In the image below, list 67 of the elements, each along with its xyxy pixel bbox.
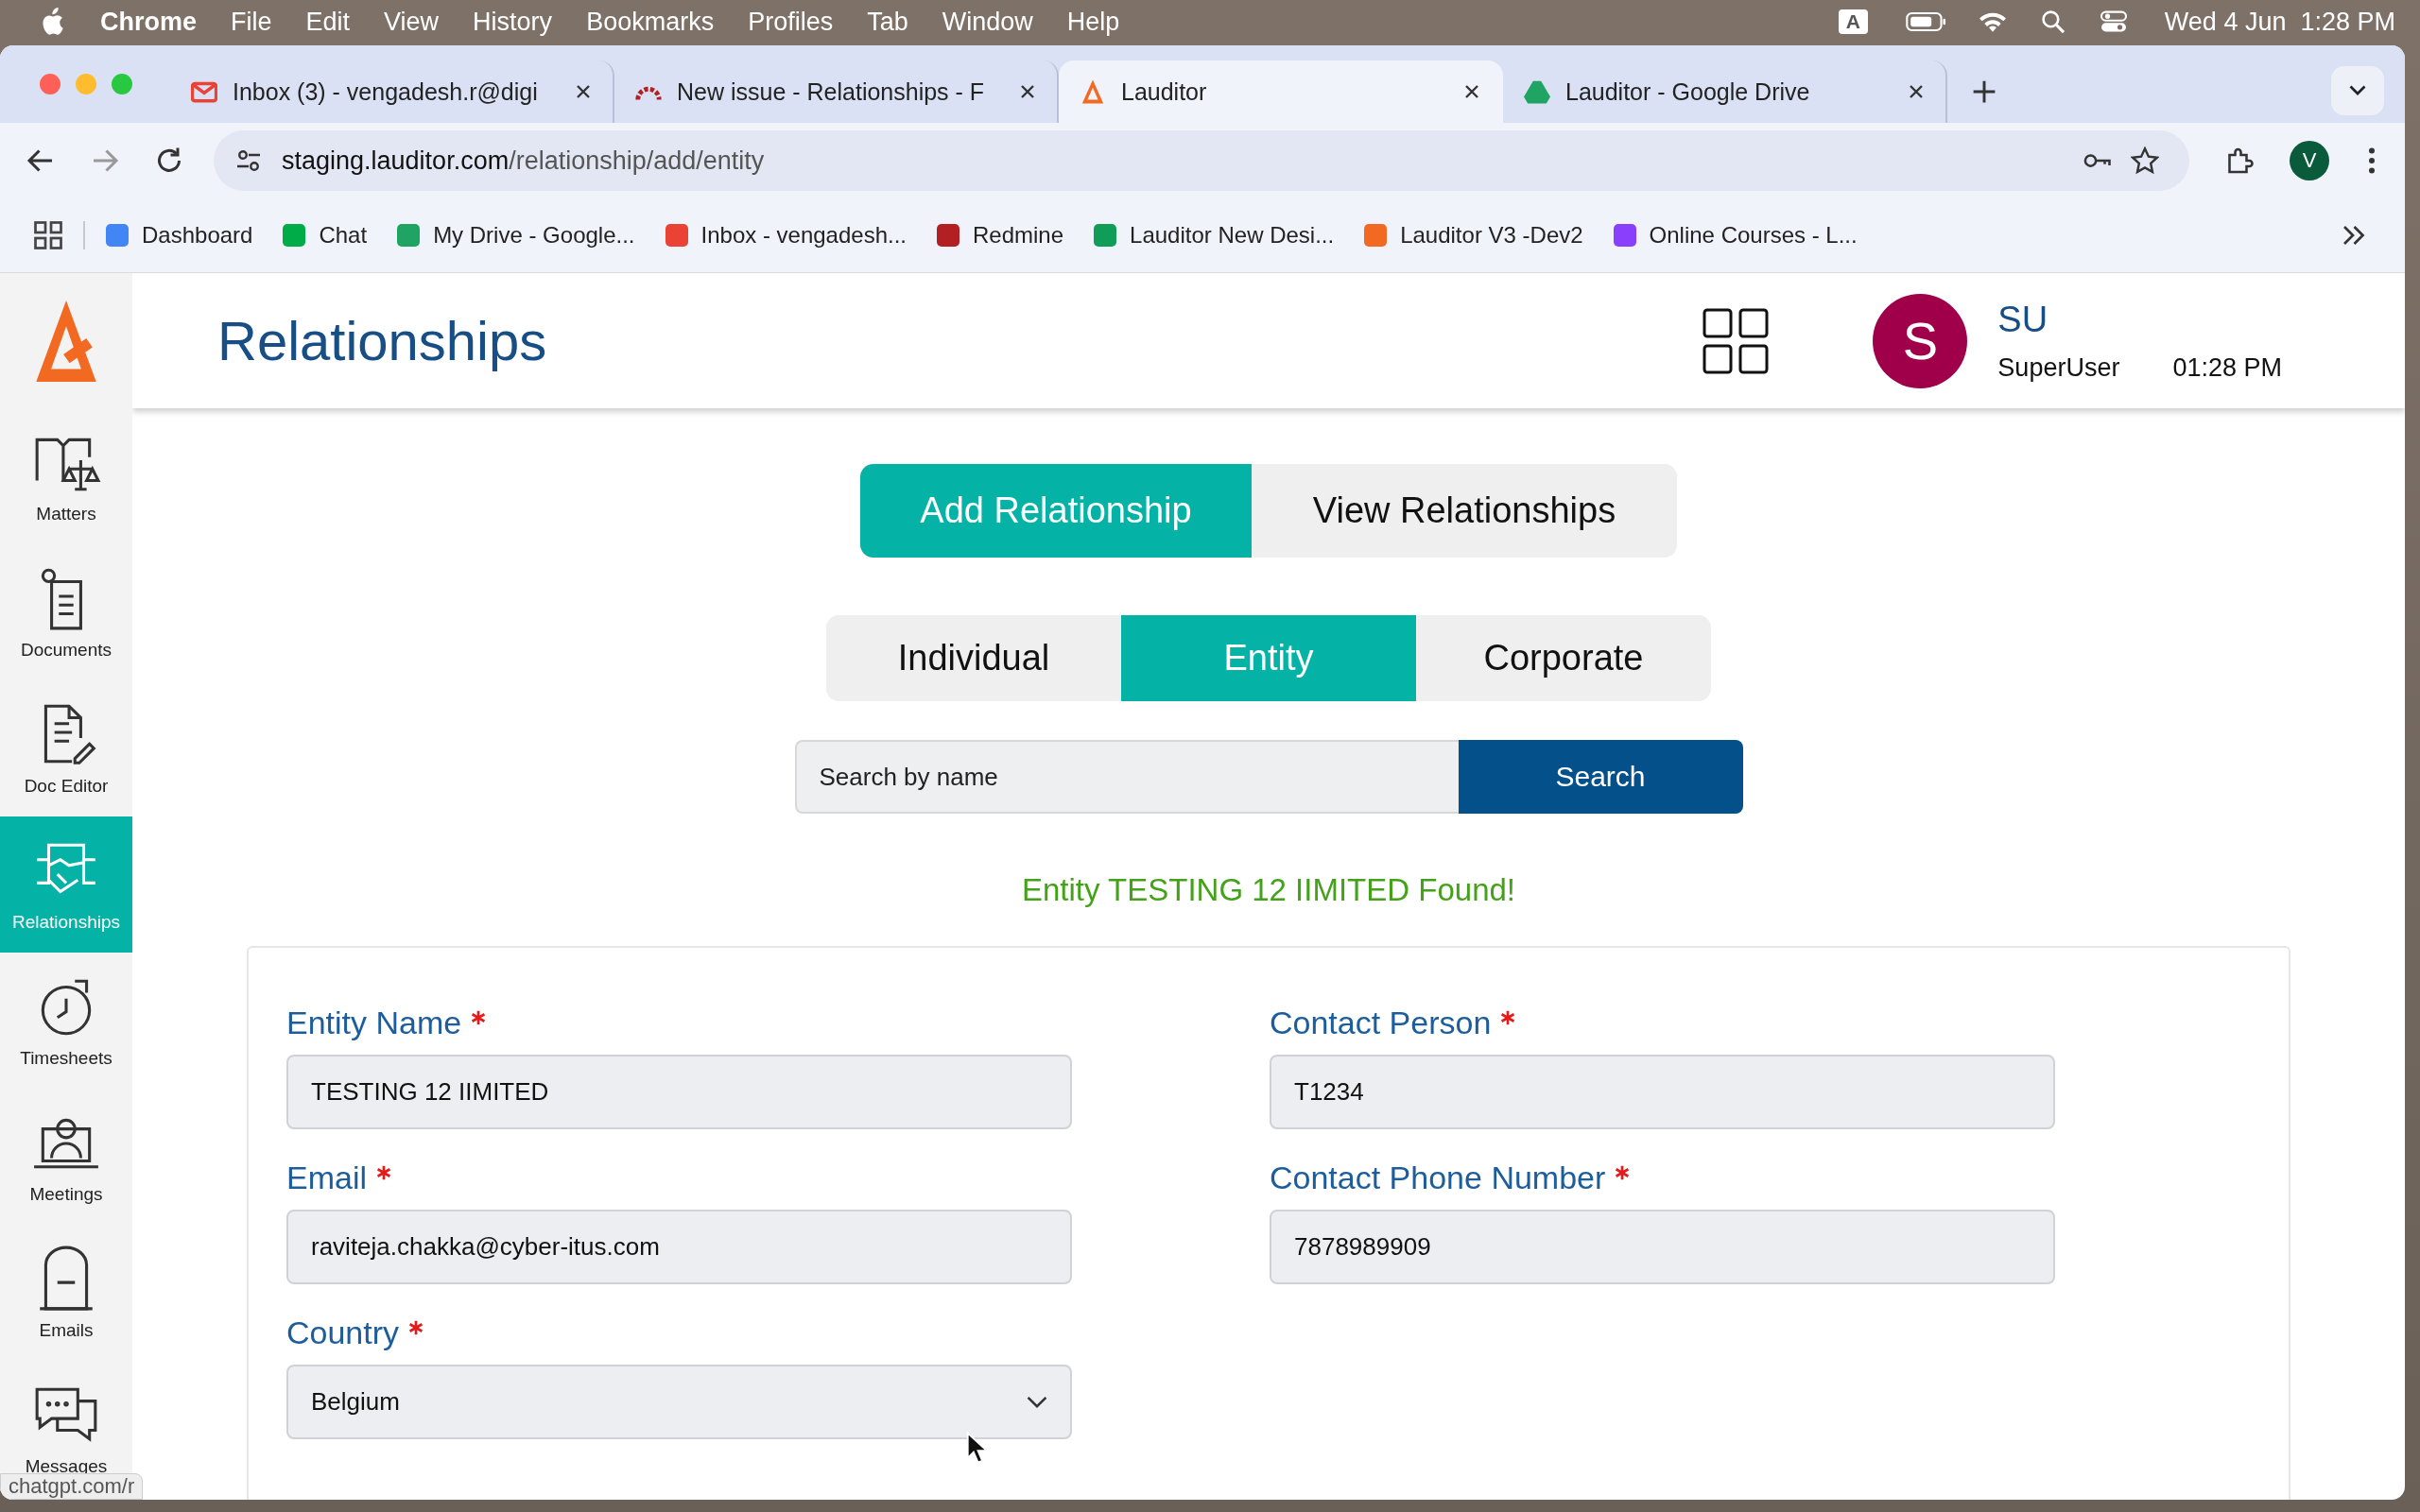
url-status-tooltip: chatgpt.com/r	[0, 1473, 144, 1500]
menu-item[interactable]: Tab	[867, 7, 908, 37]
menu-item[interactable]: Edit	[305, 7, 351, 37]
app-grid-icon[interactable]	[1703, 307, 1770, 374]
bookmark[interactable]: Lauditor V3 -Dev2	[1364, 222, 1583, 249]
control-center-icon[interactable]	[2098, 9, 2129, 34]
favicon-icon	[1524, 78, 1550, 105]
profile-avatar[interactable]: V	[2290, 141, 2329, 180]
menu-item[interactable]: View	[384, 7, 440, 37]
reload-icon[interactable]	[155, 146, 183, 175]
chevron-down-icon	[1027, 1396, 1047, 1408]
sidebar-item[interactable]: Meetings	[0, 1089, 132, 1225]
sidebar-item[interactable]: Documents	[0, 544, 132, 680]
field-label: Entity Name	[286, 1005, 462, 1041]
sidebar-item[interactable]: Timesheets	[0, 953, 132, 1089]
favicon-icon	[1080, 78, 1106, 105]
field-label: Email	[286, 1160, 368, 1196]
close-tab-icon[interactable]	[1908, 83, 1925, 100]
browser-tab[interactable]: Lauditor	[1059, 60, 1503, 123]
chevron-down-icon	[2349, 85, 2366, 96]
menu-item[interactable]: Bookmarks	[586, 7, 715, 37]
menu-clock[interactable]: Wed 4 Jun 1:28 PM	[2164, 7, 2395, 37]
user-initials: SU	[1997, 299, 2049, 340]
extensions-icon[interactable]	[2225, 146, 2254, 175]
country-dropdown[interactable]: Belgium	[286, 1365, 1072, 1439]
input-field[interactable]: raviteja.chakka@cyber-itus.com	[286, 1210, 1072, 1284]
apps-grid-icon[interactable]	[34, 221, 62, 249]
field-label: Country	[286, 1314, 400, 1351]
menu-item[interactable]: Profiles	[748, 7, 834, 37]
user-avatar[interactable]: S	[1873, 293, 1968, 388]
user-name: SuperUser	[1997, 352, 2120, 383]
status-message: Entity TESTING 12 IIMITED Found!	[1021, 872, 1516, 908]
search-button[interactable]: Search	[1458, 740, 1743, 814]
tab-search-button[interactable]	[2331, 66, 2384, 115]
menu-app-name[interactable]: Chrome	[100, 7, 197, 37]
close-tab-icon[interactable]	[1019, 83, 1036, 100]
menu-item[interactable]: History	[473, 7, 553, 37]
close-tab-icon[interactable]	[1463, 83, 1480, 100]
sidebar-item[interactable]: Matters	[0, 408, 132, 544]
current-time: 01:28 PM	[2172, 352, 2282, 383]
address-bar[interactable]: staging.lauditor.com/relationship/add/entity	[214, 130, 2189, 191]
bookmark[interactable]: My Drive - Google...	[397, 222, 635, 249]
star-icon[interactable]	[2131, 146, 2159, 175]
mouse-cursor-icon	[966, 1432, 987, 1464]
menu-item[interactable]: Help	[1066, 7, 1120, 37]
field-label: Contact Person	[1270, 1005, 1492, 1041]
url-text[interactable]: staging.lauditor.com/relationship/add/entity	[282, 146, 765, 176]
input-field[interactable]: TESTING 12 IIMITED	[286, 1055, 1072, 1129]
field-label: Contact Phone Number	[1270, 1160, 1606, 1196]
bookmark[interactable]: Inbox - vengadesh...	[665, 222, 907, 249]
bookmark[interactable]: Dashboard	[106, 222, 253, 249]
battery-icon[interactable]	[1905, 9, 1947, 34]
menu-item[interactable]: Window	[942, 7, 1033, 37]
bookmark[interactable]: Online Courses - L...	[1613, 222, 1858, 249]
bookmark[interactable]: Lauditor New Desi...	[1094, 222, 1335, 249]
bookmark[interactable]: Chat	[283, 222, 368, 249]
new-tab-icon[interactable]	[1972, 79, 1996, 104]
page-title: Relationships	[217, 309, 547, 372]
sidebar-item[interactable]: Doc Editor	[0, 680, 132, 816]
input-source-indicator[interactable]: A	[1838, 9, 1868, 34]
bookmark[interactable]: Redmine	[937, 222, 1064, 249]
menu-item[interactable]: File	[231, 7, 272, 37]
sidebar-item[interactable]: Emails	[0, 1225, 132, 1361]
close-tab-icon[interactable]	[575, 83, 592, 100]
input-field[interactable]: 7878989909	[1270, 1210, 2055, 1284]
input-field[interactable]: T1234	[1270, 1055, 2055, 1129]
search-field[interactable]: Search by name	[794, 740, 1459, 814]
